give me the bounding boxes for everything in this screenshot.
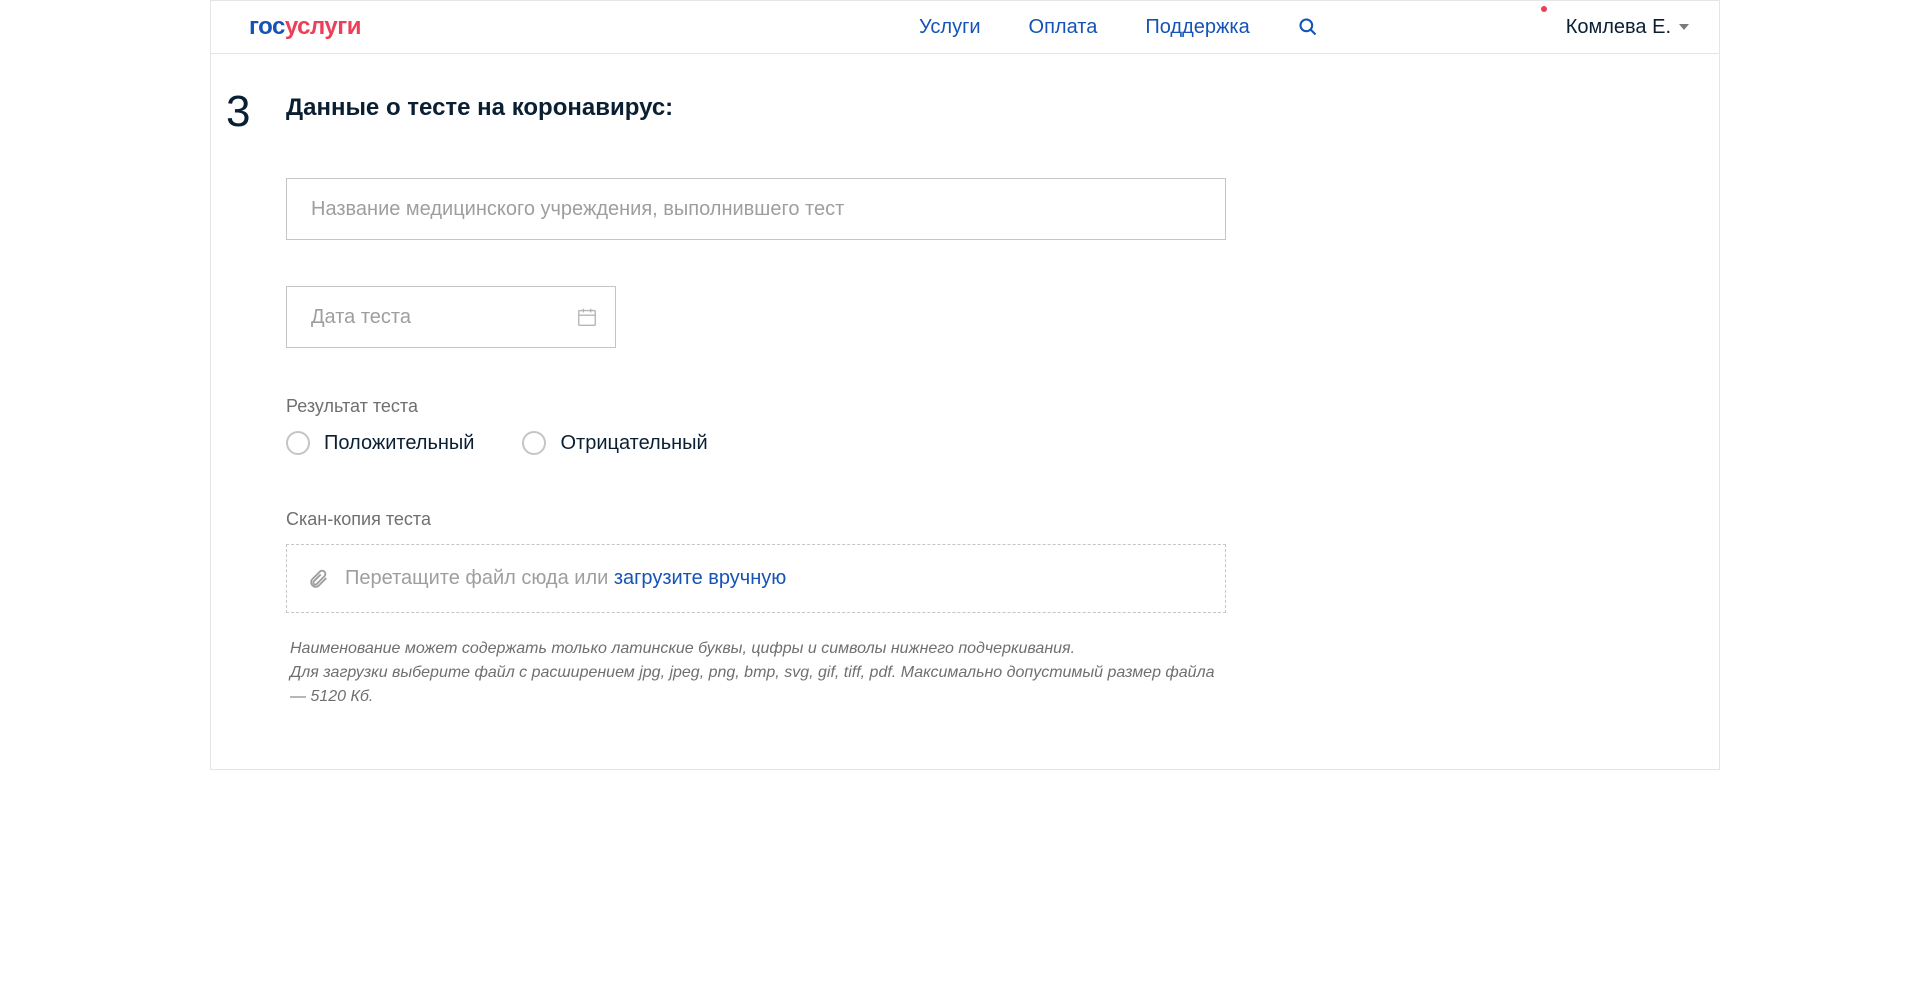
main-nav: Услуги Оплата Поддержка Комлева Е. (919, 16, 1689, 39)
dropzone-hint-text: Перетащите файл сюда или (345, 567, 614, 589)
chevron-down-icon (1679, 24, 1689, 30)
scan-label: Скан-копия теста (286, 509, 1226, 530)
paperclip-icon (307, 568, 329, 590)
nav-payment[interactable]: Оплата (1029, 16, 1098, 39)
nav-support[interactable]: Поддержка (1145, 16, 1249, 39)
radio-positive[interactable]: Положительный (286, 431, 474, 455)
radio-circle-icon (286, 431, 310, 455)
radio-positive-label: Положительный (324, 432, 474, 455)
search-icon[interactable] (1298, 17, 1318, 37)
dropzone-text: Перетащите файл сюда или загрузите вручн… (345, 567, 786, 590)
upload-link[interactable]: загрузите вручную (614, 567, 786, 589)
page-header: госуслуги Услуги Оплата Поддержка Комлев… (211, 1, 1719, 54)
step-number: 3 (226, 90, 286, 134)
test-date-input[interactable] (286, 286, 616, 348)
step-title: Данные о тесте на коронавирус: (286, 94, 1649, 122)
hint-line-2: Для загрузки выберите файл с расширением… (290, 661, 1226, 709)
logo-gos: гос (249, 13, 285, 40)
logo-uslugi: услуги (285, 13, 361, 40)
logo[interactable]: госуслуги (249, 13, 361, 41)
radio-circle-icon (522, 431, 546, 455)
main-content: 3 Данные о тесте на коронавирус: (211, 54, 1719, 769)
user-name: Комлева Е. (1566, 16, 1671, 39)
upload-hint: Наименование может содержать только лати… (286, 637, 1226, 709)
user-menu[interactable]: Комлева Е. (1566, 16, 1689, 39)
result-label: Результат теста (286, 396, 1226, 417)
institution-input[interactable] (286, 178, 1226, 240)
nav-services[interactable]: Услуги (919, 16, 981, 39)
radio-negative-label: Отрицательный (560, 432, 707, 455)
radio-negative[interactable]: Отрицательный (522, 431, 707, 455)
file-dropzone[interactable]: Перетащите файл сюда или загрузите вручн… (286, 544, 1226, 613)
notification-dot-icon (1541, 6, 1547, 12)
result-radio-group: Положительный Отрицательный (286, 431, 1226, 455)
hint-line-1: Наименование может содержать только лати… (290, 637, 1226, 661)
